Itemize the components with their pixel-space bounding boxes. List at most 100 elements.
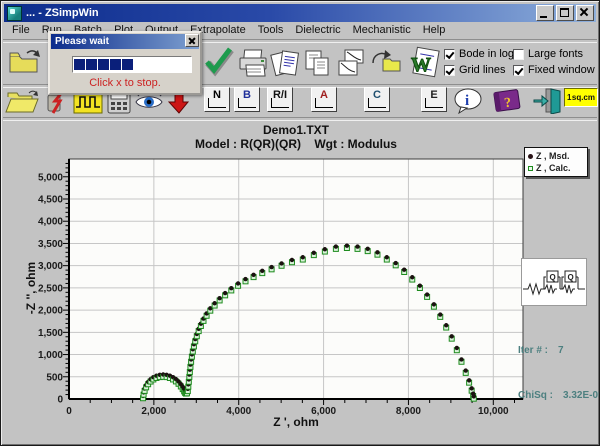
progress-block <box>110 59 121 70</box>
copy-chart-button[interactable] <box>335 47 367 84</box>
y-tick-label: 2,500 <box>38 283 63 294</box>
measured-point <box>450 334 454 338</box>
button-label: A <box>320 89 328 101</box>
help-book-button[interactable]: ? <box>491 88 523 119</box>
iter-label: Iter # : <box>518 345 548 356</box>
button-label: R/I <box>273 89 287 101</box>
x-tick-label: 0 <box>66 406 72 417</box>
measured-point <box>229 286 233 290</box>
exit-button[interactable] <box>532 87 562 119</box>
export-word-button[interactable]: W <box>405 45 443 84</box>
checkbox-box[interactable] <box>513 49 524 60</box>
checkbox-box[interactable] <box>444 49 455 60</box>
checkbox-box[interactable] <box>444 65 455 76</box>
app-window: ... - ZSimpWin FileRunBatchPlotOutputExt… <box>0 0 600 446</box>
menu-item-tools[interactable]: Tools <box>252 23 290 38</box>
y-tick-label: 0 <box>57 395 63 406</box>
x-axis-label: Z ', ohm <box>96 415 496 429</box>
measured-point <box>432 302 436 306</box>
legend-label: Z , Calc. <box>536 163 571 173</box>
menu-item-file[interactable]: File <box>6 23 36 38</box>
y-tick-label: 1,500 <box>38 328 63 339</box>
checkbox-large-fonts[interactable]: Large fonts <box>513 48 583 60</box>
title-bar[interactable]: ... - ZSimpWin <box>4 4 596 22</box>
bode-plot-button[interactable]: B <box>234 87 260 112</box>
dialog-title-bar[interactable]: Please wait <box>51 34 199 49</box>
real-imag-plot-button[interactable]: R/I <box>267 87 293 112</box>
permittivity-plot-button[interactable]: E <box>421 87 447 112</box>
accept-fit-button[interactable] <box>204 47 234 82</box>
close-button[interactable] <box>576 5 594 21</box>
window-title: ... - ZSimpWin <box>26 7 534 19</box>
measured-point <box>425 292 429 296</box>
measured-point <box>410 275 414 279</box>
nyquist-plot-button[interactable]: N <box>204 87 230 112</box>
open-file-button[interactable] <box>5 89 41 120</box>
plot-background <box>69 159 523 399</box>
capacitance-plot-button[interactable]: C <box>364 87 390 112</box>
menu-item-help[interactable]: Help <box>417 23 452 38</box>
measured-point <box>402 268 406 272</box>
progress-block <box>86 59 97 70</box>
measured-point <box>375 250 379 254</box>
measured-point <box>385 255 389 259</box>
measured-point <box>459 357 463 361</box>
measured-point <box>444 323 448 327</box>
svg-text:Q: Q <box>550 273 556 282</box>
checkbox-bode-in-log[interactable]: Bode in log <box>444 48 514 60</box>
copy-text-button[interactable] <box>301 47 333 84</box>
measured-point <box>345 244 349 248</box>
measured-point <box>334 244 338 248</box>
legend-label: Z , Msd. <box>536 151 570 161</box>
measured-point <box>269 265 273 269</box>
dialog-message: Click x to stop. <box>50 77 200 89</box>
button-label: C <box>373 89 381 101</box>
progress-bar <box>72 56 192 73</box>
checkbox-box[interactable] <box>513 65 524 76</box>
dialog-title: Please wait <box>55 36 109 47</box>
calculated-marker-icon <box>528 166 533 171</box>
menu-item-dielectric[interactable]: Dielectric <box>289 23 346 38</box>
dialog-close-icon[interactable] <box>185 34 199 47</box>
chart-legend: Z , Msd. Z , Calc. <box>524 147 588 177</box>
y-tick-label: 5,000 <box>38 172 63 183</box>
chisq-row: ChiSq :3.32E-05 <box>518 388 600 403</box>
measured-point <box>455 346 459 350</box>
app-icon <box>7 6 22 21</box>
measured-point <box>312 251 316 255</box>
svg-text:i: i <box>465 93 469 109</box>
button-label: N <box>213 89 221 101</box>
info-button[interactable]: i <box>453 88 483 119</box>
chisq-value: 3.32E-05 <box>563 390 600 401</box>
progress-block <box>122 59 133 70</box>
maximize-button[interactable] <box>556 5 574 21</box>
button-label: E <box>430 89 437 101</box>
y-tick-label: 4,500 <box>38 195 63 206</box>
please-wait-dialog: Please wait Click x to stop. <box>48 31 202 95</box>
measured-point <box>251 273 255 277</box>
measured-point <box>236 281 240 285</box>
checkbox-grid-lines[interactable]: Grid lines <box>444 64 505 76</box>
measured-point <box>290 258 294 262</box>
area-value[interactable]: 1 <box>567 93 571 102</box>
minimize-button[interactable] <box>536 5 554 21</box>
measured-point <box>366 247 370 251</box>
measured-point <box>438 312 442 316</box>
print-button[interactable] <box>237 47 269 84</box>
print-report-button[interactable] <box>269 47 301 84</box>
electrode-area-field[interactable]: 1 sq.cm <box>564 88 598 107</box>
preview-eye-button[interactable] <box>134 91 164 118</box>
measured-point <box>394 261 398 265</box>
copy-file-button[interactable] <box>7 47 43 82</box>
admittance-plot-button[interactable]: A <box>311 87 337 112</box>
y-tick-label: 2,000 <box>38 306 63 317</box>
y-axis-label: -Z '', ohm <box>24 188 38 388</box>
measured-point <box>223 291 227 295</box>
export-folder-button[interactable] <box>369 47 401 82</box>
checkbox-label: Large fonts <box>528 48 583 60</box>
progress-block <box>98 59 109 70</box>
equivalent-circuit-icon: Q Q <box>521 258 587 306</box>
menu-item-mechanistic[interactable]: Mechanistic <box>347 23 417 38</box>
checkbox-fixed-window[interactable]: Fixed window <box>513 64 595 76</box>
checkbox-label: Grid lines <box>459 64 505 76</box>
